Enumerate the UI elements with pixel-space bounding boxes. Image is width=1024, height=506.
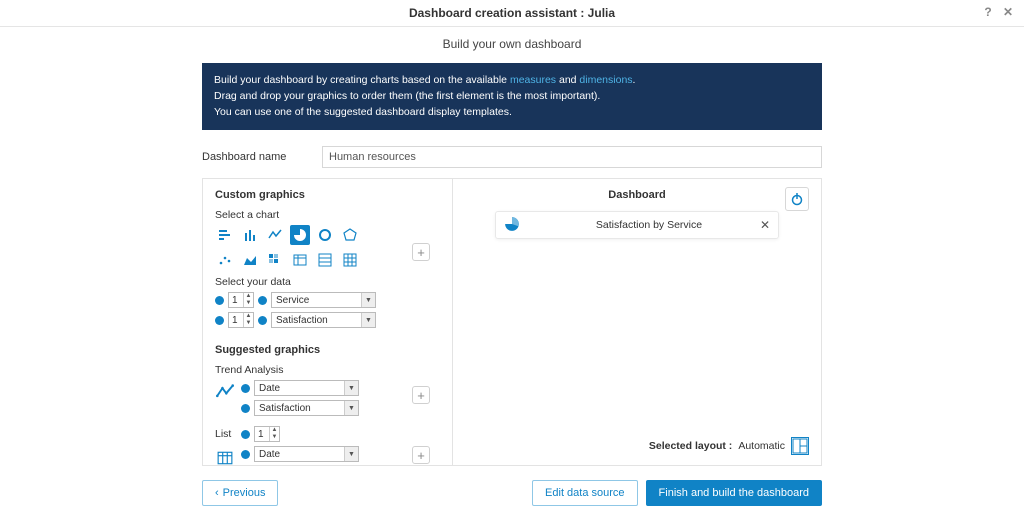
chart-type-grid bbox=[215, 225, 440, 270]
count-input[interactable]: 1▲▼ bbox=[228, 312, 254, 328]
chevron-down-icon: ▼ bbox=[344, 381, 358, 395]
spin-down-icon[interactable]: ▼ bbox=[244, 320, 253, 327]
page-subtitle: Build your own dashboard bbox=[0, 27, 1024, 63]
spin-up-icon[interactable]: ▲ bbox=[244, 293, 253, 300]
chevron-down-icon: ▼ bbox=[361, 313, 375, 327]
spin-down-icon[interactable]: ▼ bbox=[270, 434, 279, 441]
measures-link[interactable]: measures bbox=[510, 74, 556, 86]
layout-footer: Selected layout : Automatic bbox=[649, 437, 809, 455]
info-line3: You can use one of the suggested dashboa… bbox=[214, 105, 810, 121]
custom-graphics-title: Custom graphics bbox=[215, 189, 440, 201]
layout-label: Selected layout : bbox=[649, 440, 732, 452]
radio-icon[interactable] bbox=[258, 296, 267, 305]
donut-chart-icon[interactable] bbox=[315, 225, 335, 245]
radio-icon[interactable] bbox=[241, 404, 250, 413]
footer-row: ‹ Previous Edit data source Finish and b… bbox=[202, 480, 822, 506]
radio-icon[interactable] bbox=[215, 296, 224, 305]
line-chart-icon[interactable] bbox=[265, 225, 285, 245]
field-select[interactable]: Satisfaction▼ bbox=[254, 400, 359, 416]
previous-button[interactable]: ‹ Previous bbox=[202, 480, 278, 506]
layout-value: Automatic bbox=[738, 440, 785, 452]
info-line1b: and bbox=[556, 74, 579, 86]
suggested-list: Date▼ bbox=[215, 446, 440, 468]
add-list-button[interactable]: + bbox=[412, 446, 430, 464]
spin-up-icon[interactable]: ▲ bbox=[270, 427, 279, 434]
chevron-left-icon: ‹ bbox=[215, 487, 219, 499]
chevron-down-icon: ▼ bbox=[361, 293, 375, 307]
add-trend-button[interactable]: + bbox=[412, 386, 430, 404]
window-titlebar: Dashboard creation assistant : Julia ? ✕ bbox=[0, 0, 1024, 27]
info-line2: Drag and drop your graphics to order the… bbox=[214, 89, 810, 105]
list-label: List bbox=[215, 428, 237, 440]
left-column: Custom graphics Select a chart bbox=[203, 179, 453, 465]
previous-label: Previous bbox=[223, 487, 266, 499]
dashboard-card[interactable]: Satisfaction by Service ✕ bbox=[495, 211, 779, 239]
dashboard-name-label: Dashboard name bbox=[202, 151, 302, 163]
dimensions-link[interactable]: dimensions bbox=[579, 74, 632, 86]
radio-icon[interactable] bbox=[241, 450, 250, 459]
right-column: Dashboard Satisfaction by Service ✕ Sele… bbox=[453, 179, 821, 465]
table-icon[interactable] bbox=[290, 250, 310, 270]
bar-horizontal-icon[interactable] bbox=[215, 225, 235, 245]
select-data-label: Select your data bbox=[215, 276, 440, 288]
radio-icon[interactable] bbox=[241, 430, 250, 439]
bar-vertical-icon[interactable] bbox=[240, 225, 260, 245]
area-chart-icon[interactable] bbox=[240, 250, 260, 270]
heatmap-icon[interactable] bbox=[265, 250, 285, 270]
dashboard-name-row: Dashboard name bbox=[202, 146, 822, 168]
main-panel: Custom graphics Select a chart bbox=[202, 178, 822, 466]
radar-chart-icon[interactable] bbox=[340, 225, 360, 245]
spin-down-icon[interactable]: ▼ bbox=[244, 300, 253, 307]
select-chart-label: Select a chart bbox=[215, 209, 440, 221]
info-line1a: Build your dashboard by creating charts … bbox=[214, 74, 510, 86]
field-select[interactable]: Service▼ bbox=[271, 292, 376, 308]
help-icon[interactable]: ? bbox=[980, 4, 996, 20]
trend-label: Trend Analysis bbox=[215, 364, 440, 376]
count-input[interactable]: 1▲▼ bbox=[254, 426, 280, 442]
spin-up-icon[interactable]: ▲ bbox=[244, 313, 253, 320]
dashboard-card-label: Satisfaction by Service bbox=[528, 219, 770, 231]
field-select[interactable]: Satisfaction▼ bbox=[271, 312, 376, 328]
add-custom-button[interactable]: + bbox=[412, 243, 430, 261]
suggested-trend: Date▼ Satisfaction▼ bbox=[215, 380, 440, 420]
pie-chart-icon bbox=[504, 216, 520, 235]
count-input[interactable]: 1▲▼ bbox=[228, 292, 254, 308]
dashboard-preview-title: Dashboard bbox=[465, 189, 809, 201]
line-chart-icon bbox=[215, 382, 235, 402]
table-icon bbox=[215, 448, 235, 468]
finish-button[interactable]: Finish and build the dashboard bbox=[646, 480, 822, 506]
data-row: 1▲▼ Satisfaction▼ bbox=[215, 312, 440, 328]
dashboard-name-input[interactable] bbox=[322, 146, 822, 168]
scatter-chart-icon[interactable] bbox=[215, 250, 235, 270]
data-row: 1▲▼ Service▼ bbox=[215, 292, 440, 308]
edit-data-source-button[interactable]: Edit data source bbox=[532, 480, 638, 506]
info-line1c: . bbox=[633, 74, 636, 86]
list-header-row: List 1▲▼ bbox=[215, 426, 440, 442]
radio-icon[interactable] bbox=[258, 316, 267, 325]
close-icon[interactable]: ✕ bbox=[760, 218, 770, 232]
pie-chart-icon[interactable] bbox=[290, 225, 310, 245]
close-icon[interactable]: ✕ bbox=[1000, 4, 1016, 20]
radio-icon[interactable] bbox=[215, 316, 224, 325]
layout-icon[interactable] bbox=[791, 437, 809, 455]
grid-icon[interactable] bbox=[340, 250, 360, 270]
window-title: Dashboard creation assistant : Julia bbox=[409, 6, 615, 20]
radio-icon[interactable] bbox=[241, 384, 250, 393]
info-panel: Build your dashboard by creating charts … bbox=[202, 63, 822, 130]
power-icon[interactable] bbox=[785, 187, 809, 211]
titlebar-actions: ? ✕ bbox=[980, 4, 1016, 20]
field-select[interactable]: Date▼ bbox=[254, 446, 359, 462]
suggested-graphics-title: Suggested graphics bbox=[215, 344, 440, 356]
field-select[interactable]: Date▼ bbox=[254, 380, 359, 396]
chevron-down-icon: ▼ bbox=[344, 447, 358, 461]
chevron-down-icon: ▼ bbox=[344, 401, 358, 415]
pivot-icon[interactable] bbox=[315, 250, 335, 270]
